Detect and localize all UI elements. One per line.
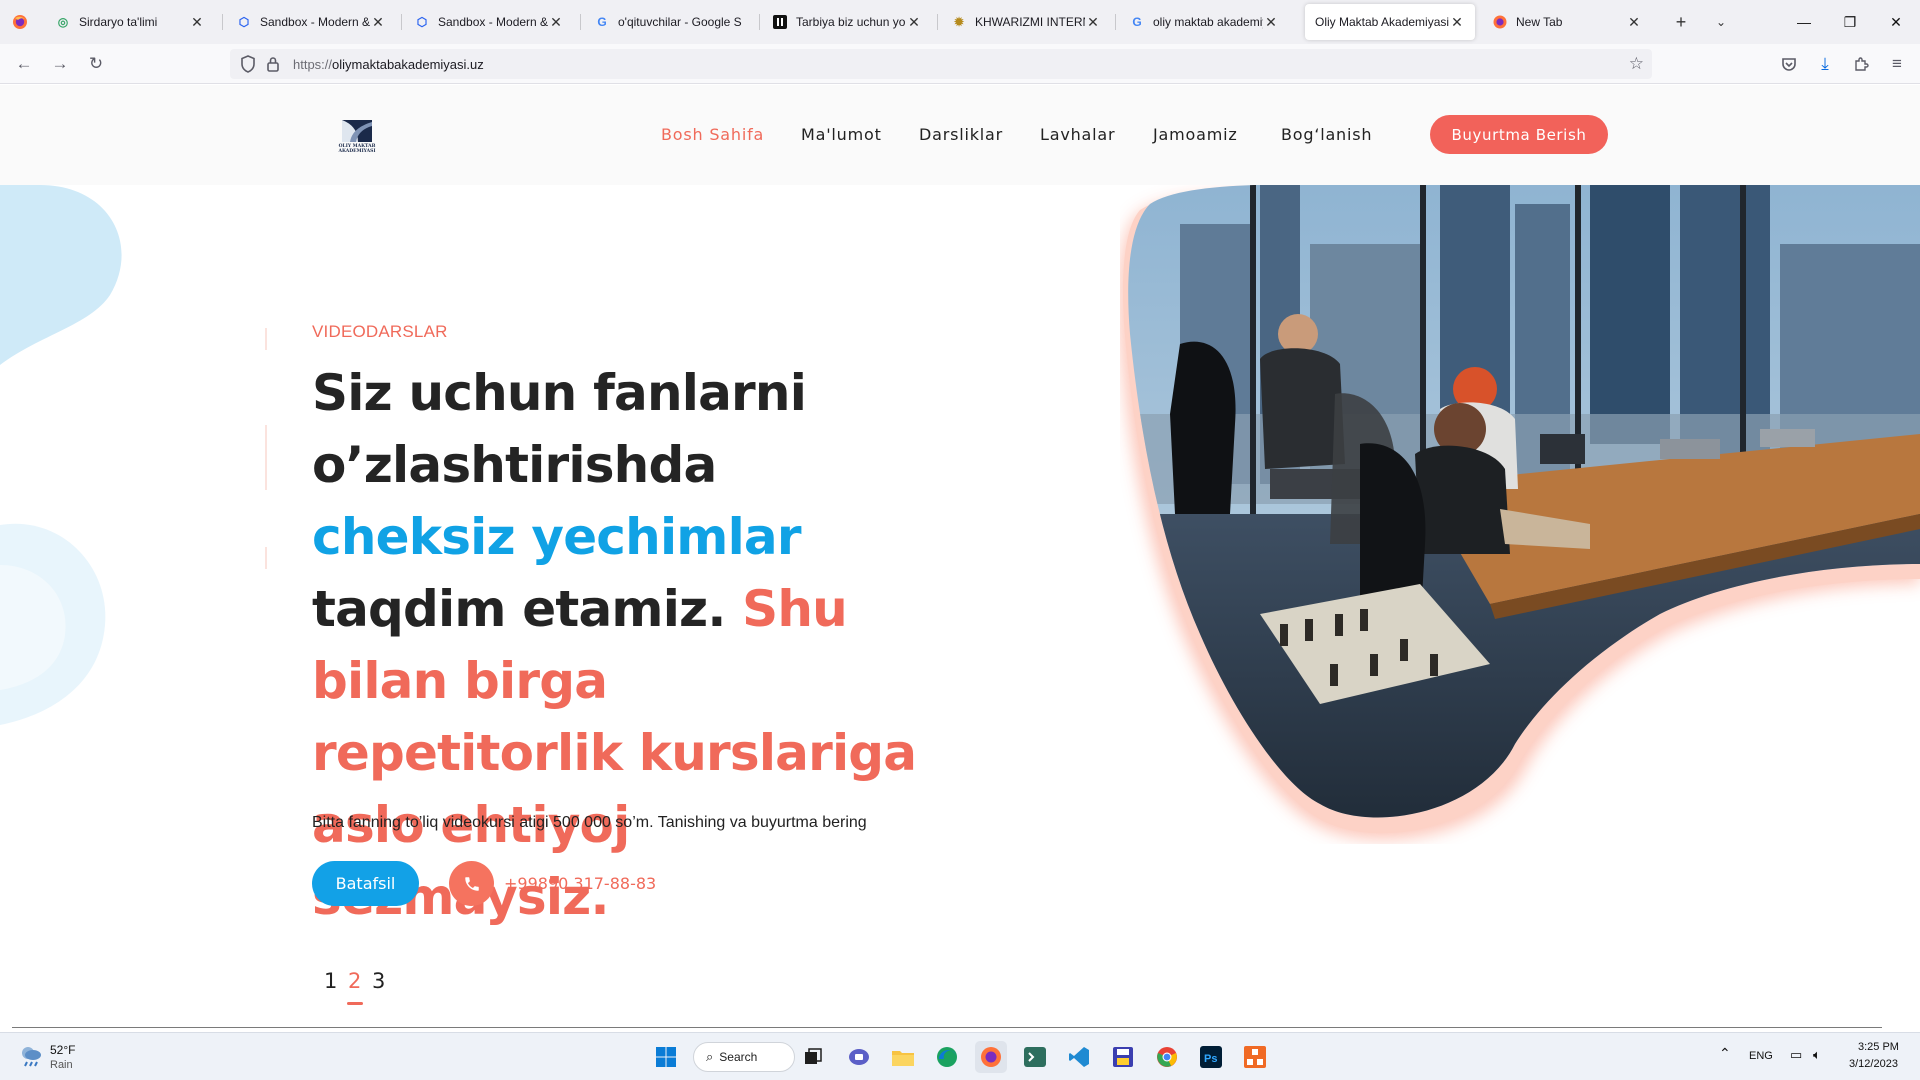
windows-taskbar: 52°F Rain ⌕ Search Ps ⌃ ENG ▭ 🔈︎ 3:25 PM <box>0 1032 1920 1080</box>
close-window-icon[interactable]: ✕ <box>1873 0 1919 44</box>
nav-link-boglanish[interactable]: Bog‘lanish <box>1281 125 1372 144</box>
close-tab-icon[interactable]: ✕ <box>1263 14 1279 31</box>
pagination-item-3[interactable]: 3 <box>372 969 385 993</box>
tab-khwarizmi[interactable]: ✹ KHWARIZMI INTERNAT ✕ <box>941 4 1111 40</box>
vscode-icon[interactable] <box>1063 1041 1095 1073</box>
pagination-item-1[interactable]: 1 <box>324 969 337 993</box>
shield-icon[interactable] <box>240 55 256 78</box>
back-arrow-icon[interactable]: ← <box>10 50 38 78</box>
save-app-icon[interactable] <box>1107 1041 1139 1073</box>
firefox-taskbar-icon[interactable] <box>975 1041 1007 1073</box>
volume-icon[interactable]: 🔈︎ <box>1813 1047 1821 1063</box>
browser-nav-bar: ← → ↻ https://oliymaktabakademiyasi.uz ☆… <box>0 44 1920 84</box>
chrome-icon[interactable] <box>1151 1041 1183 1073</box>
task-view-icon[interactable] <box>797 1041 829 1073</box>
order-button[interactable]: Buyurtma Berish <box>1430 115 1608 154</box>
firefox-favicon-icon <box>1492 14 1508 30</box>
decorative-dash <box>265 328 267 350</box>
edge-browser-icon[interactable] <box>931 1041 963 1073</box>
show-hidden-icons-chevron-icon[interactable]: ⌃ <box>1719 1045 1731 1062</box>
pagination-active-underline <box>347 1002 363 1005</box>
hero-office-photo <box>1120 185 1920 840</box>
tab-sandbox-1[interactable]: ⬡ Sandbox - Modern & M ✕ <box>226 4 396 40</box>
decorative-blob-shapes <box>0 185 122 725</box>
more-info-button[interactable]: Batafsil <box>312 861 419 906</box>
app-menu-hamburger-icon[interactable]: ≡ <box>1883 50 1911 78</box>
close-tab-icon[interactable]: ✕ <box>548 14 564 31</box>
clock-time[interactable]: 3:25 PM <box>1858 1041 1899 1053</box>
sandbox-favicon-icon: ⬡ <box>416 15 428 29</box>
pagination-item-2[interactable]: 2 <box>348 969 361 993</box>
nav-link-jamoamiz[interactable]: Jamoamiz <box>1153 125 1238 144</box>
clock-date[interactable]: 3/12/2023 <box>1849 1058 1898 1070</box>
site-header: OLIY MAKTAB AKADEMIYASI Bosh Sahifa Ma'lu… <box>0 85 1920 185</box>
google-favicon-icon: G <box>597 15 607 29</box>
input-language[interactable]: ENG <box>1749 1050 1773 1062</box>
weather-temperature[interactable]: 52°F <box>50 1043 75 1057</box>
forward-arrow-icon[interactable]: → <box>46 50 74 78</box>
terminal-icon[interactable] <box>1019 1041 1051 1073</box>
nav-link-lavhalar[interactable]: Lavhalar <box>1040 125 1115 144</box>
url-text[interactable]: https://oliymaktabakademiyasi.uz <box>293 57 484 72</box>
tab-google-oliy-maktab[interactable]: G oliy maktab akademiya ✕ <box>1119 4 1289 40</box>
close-tab-icon[interactable]: ✕ <box>370 14 386 31</box>
search-icon: ⌕ <box>706 1049 714 1064</box>
taskbar-search-box[interactable]: ⌕ Search <box>693 1042 795 1072</box>
nav-link-bosh-sahifa[interactable]: Bosh Sahifa <box>661 125 764 144</box>
hero-section: VIDEODARSLAR Siz uchun fanlarni o’zlasht… <box>0 185 1920 1028</box>
sirdaryo-favicon-icon: ◎ <box>57 15 69 29</box>
weather-rain-icon[interactable] <box>18 1043 44 1074</box>
tab-tarbiya[interactable]: Tarbiya biz uchun yo ha ✕ <box>762 4 932 40</box>
extensions-puzzle-icon[interactable] <box>1847 50 1875 78</box>
restore-window-icon[interactable]: ❐ <box>1827 0 1873 44</box>
nav-link-darsliklar[interactable]: Darsliklar <box>919 125 1003 144</box>
hero-eyebrow: VIDEODARSLAR <box>312 322 448 341</box>
browser-tab-strip: ◎ Sirdaryo ta'limi ✕ ⬡ Sandbox - Modern … <box>0 0 1920 44</box>
hero-subtext: Bitta fanning to’liq videokursi atigi 50… <box>312 814 867 831</box>
hero-headline: Siz uchun fanlarni o’zlashtirishda cheks… <box>312 364 917 926</box>
phone-icon[interactable] <box>449 861 494 906</box>
close-tab-icon[interactable]: ✕ <box>1626 14 1642 31</box>
teams-chat-icon[interactable] <box>843 1041 875 1073</box>
lock-icon[interactable] <box>266 55 280 78</box>
logo-text: OLIY MAKTAB AKADEMIYASI <box>338 144 376 154</box>
windows-start-icon[interactable] <box>650 1041 682 1073</box>
tab-sandbox-2[interactable]: ⬡ Sandbox - Modern & M ✕ <box>404 4 574 40</box>
tab-oliy-maktab-active[interactable]: Oliy Maktab Akademiyasi ✕ <box>1305 4 1475 40</box>
tarbiya-favicon-icon <box>772 14 788 30</box>
office-app-icon[interactable] <box>1239 1041 1271 1073</box>
tab-new-tab[interactable]: New Tab ✕ <box>1482 4 1652 40</box>
close-tab-icon[interactable]: ✕ <box>1449 14 1465 31</box>
sandbox-favicon-icon: ⬡ <box>238 15 250 29</box>
close-tab-icon[interactable]: ✕ <box>1085 14 1101 31</box>
file-explorer-icon[interactable] <box>887 1041 919 1073</box>
google-favicon-icon: G <box>1132 15 1142 29</box>
page-divider-line <box>12 1027 1882 1028</box>
reload-icon[interactable]: ↻ <box>82 50 110 78</box>
nav-link-malumot[interactable]: Ma'lumot <box>801 125 882 144</box>
tab-google-oqituvchilar[interactable]: G o'qituvchilar - Google S <box>584 4 754 40</box>
pocket-icon[interactable] <box>1775 50 1803 78</box>
decorative-dash <box>265 425 267 490</box>
site-logo[interactable]: OLIY MAKTAB AKADEMIYASI <box>328 118 386 154</box>
phone-number-link[interactable]: +99890 317-88-83 <box>504 874 656 893</box>
minimize-window-icon[interactable]: — <box>1781 0 1827 44</box>
photoshop-icon[interactable]: Ps <box>1195 1041 1227 1073</box>
new-tab-plus-icon[interactable]: + <box>1667 8 1695 36</box>
bookmark-star-icon[interactable]: ☆ <box>1629 54 1644 74</box>
list-tabs-chevron-icon[interactable]: ⌄ <box>1707 8 1735 36</box>
svg-text:Ps: Ps <box>1204 1053 1217 1065</box>
network-icon[interactable]: ▭ <box>1790 1047 1802 1063</box>
close-tab-icon[interactable]: ✕ <box>906 14 922 31</box>
decorative-dash <box>265 547 267 569</box>
firefox-menu-icon[interactable] <box>0 0 40 44</box>
khwarizmi-favicon-icon: ✹ <box>953 15 965 29</box>
downloads-icon[interactable]: ⤓ <box>1811 50 1839 78</box>
tab-sirdaryo[interactable]: ◎ Sirdaryo ta'limi ✕ <box>45 4 215 40</box>
weather-description[interactable]: Rain <box>50 1059 73 1071</box>
url-bar[interactable]: https://oliymaktabakademiyasi.uz ☆ <box>230 49 1652 79</box>
close-tab-icon[interactable]: ✕ <box>189 14 205 31</box>
